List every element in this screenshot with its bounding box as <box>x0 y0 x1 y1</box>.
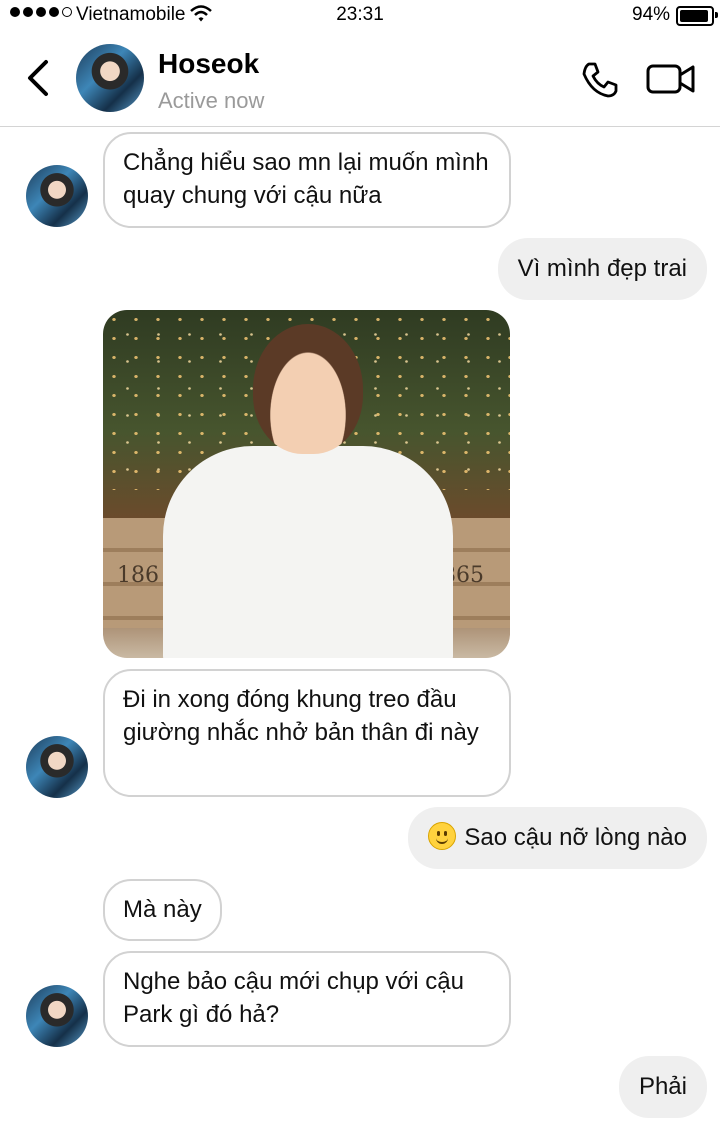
message-incoming[interactable]: Nghe bảo cậu mới chụp với cậu Park gì đó… <box>103 951 511 1047</box>
sender-avatar[interactable] <box>26 736 88 798</box>
sender-avatar[interactable] <box>26 165 88 227</box>
message-incoming[interactable]: Mà này <box>103 879 222 941</box>
sender-avatar[interactable] <box>26 985 88 1047</box>
message-text: Đi in xong đóng khung treo đầu giường nh… <box>123 686 479 746</box>
video-camera-icon[interactable] <box>646 62 696 96</box>
battery-icon <box>676 6 718 26</box>
photo-message[interactable]: 186 1865 <box>103 310 510 658</box>
contact-avatar[interactable] <box>76 44 144 112</box>
slightly-smiling-face-icon <box>428 822 457 850</box>
clock-time: 23:31 <box>336 4 384 25</box>
conversation-header: Hoseok Active now <box>0 30 720 127</box>
message-incoming[interactable]: Đi in xong đóng khung treo đầu giường nh… <box>103 669 511 797</box>
status-bar: Vietnamobile 23:31 94% <box>0 0 720 30</box>
battery-percent: 94% <box>632 4 671 25</box>
message-outgoing[interactable]: Vì mình đẹp trai <box>497 238 707 300</box>
crate-text: 186 <box>117 563 159 588</box>
message-text: Phải <box>638 1073 687 1100</box>
message-outgoing[interactable]: Sao cậu nỡ lòng nào <box>408 807 707 869</box>
message-outgoing[interactable]: Phải <box>618 1056 707 1118</box>
message-incoming[interactable]: Chẳng hiểu sao mn lại muốn mình quay chu… <box>103 132 511 228</box>
message-text: Vì mình đẹp trai <box>517 255 687 282</box>
chevron-left-icon[interactable] <box>22 58 54 98</box>
message-text: Nghe bảo cậu mới chụp với cậu Park gì đó… <box>123 968 464 1028</box>
contact-name[interactable]: Hoseok <box>158 48 259 80</box>
message-text: Mà này <box>123 896 202 923</box>
presence-status: Active now <box>158 88 265 113</box>
message-text: Sao cậu nỡ lòng nào <box>464 824 687 851</box>
phone-icon[interactable] <box>580 60 620 100</box>
message-text: Chẳng hiểu sao mn lại muốn mình quay chu… <box>123 149 489 209</box>
